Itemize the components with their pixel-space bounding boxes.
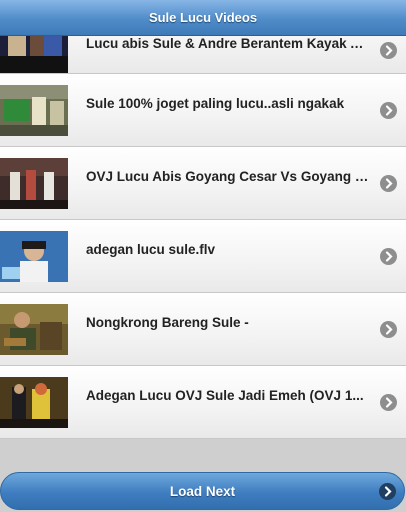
chevron-right-icon bbox=[380, 248, 397, 265]
list-item[interactable]: OVJ Lucu Abis Goyang Cesar Vs Goyang Cai… bbox=[0, 147, 406, 220]
video-title: Sule 100% joget paling lucu..asli ngakak bbox=[86, 96, 345, 111]
chevron-right-icon bbox=[380, 42, 397, 59]
video-thumbnail bbox=[0, 231, 68, 282]
list-item[interactable]: adegan lucu sule.flv bbox=[0, 220, 406, 293]
list-item[interactable]: Adegan Lucu OVJ Sule Jadi Emeh (OVJ 1... bbox=[0, 366, 406, 439]
video-title: adegan lucu sule.flv bbox=[86, 242, 216, 257]
video-title: Nongkrong Bareng Sule - bbox=[86, 315, 249, 330]
video-title: Lucu abis Sule & Andre Berantem Kayak An… bbox=[86, 36, 372, 51]
video-list: Lucu abis Sule & Andre Berantem Kayak An… bbox=[0, 0, 406, 448]
video-thumbnail bbox=[0, 377, 68, 428]
video-thumbnail bbox=[0, 85, 68, 136]
app-screen: Lucu abis Sule & Andre Berantem Kayak An… bbox=[0, 0, 406, 512]
footer-bar: Load Next bbox=[0, 448, 406, 512]
video-title: Adegan Lucu OVJ Sule Jadi Emeh (OVJ 1... bbox=[86, 388, 364, 403]
video-thumbnail bbox=[0, 158, 68, 209]
chevron-right-icon bbox=[380, 175, 397, 192]
app-header: Sule Lucu Videos bbox=[0, 0, 406, 36]
chevron-right-icon bbox=[380, 394, 397, 411]
chevron-right-icon bbox=[379, 483, 396, 500]
list-item[interactable]: Sule 100% joget paling lucu..asli ngakak bbox=[0, 74, 406, 147]
page-title: Sule Lucu Videos bbox=[148, 10, 258, 25]
video-thumbnail bbox=[0, 304, 68, 355]
chevron-right-icon bbox=[380, 321, 397, 338]
load-next-button[interactable]: Load Next bbox=[0, 472, 405, 510]
chevron-right-icon bbox=[380, 102, 397, 119]
load-next-label: Load Next bbox=[169, 484, 236, 499]
list-item[interactable]: Nongkrong Bareng Sule - bbox=[0, 293, 406, 366]
video-title: OVJ Lucu Abis Goyang Cesar Vs Goyang Cai… bbox=[86, 169, 372, 184]
